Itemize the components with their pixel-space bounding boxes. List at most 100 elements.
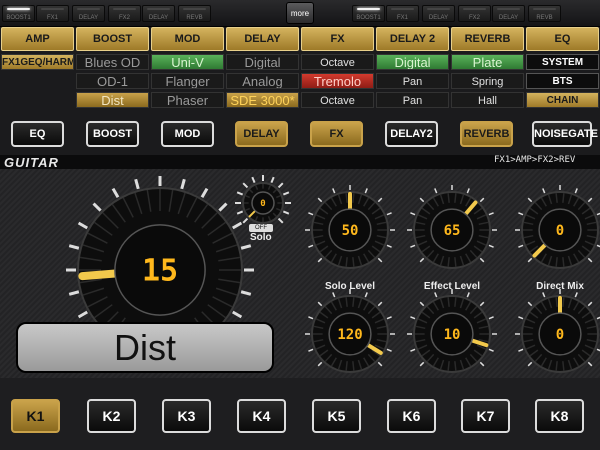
knob-tick bbox=[527, 301, 533, 307]
k-button-k1[interactable]: K1 bbox=[11, 399, 60, 433]
knob-tick bbox=[332, 188, 336, 194]
knob-value: 65 bbox=[444, 223, 461, 239]
knob-tick bbox=[410, 348, 416, 352]
knob-ridge bbox=[454, 361, 457, 371]
k-button-k7[interactable]: K7 bbox=[461, 399, 510, 433]
knob-ridge bbox=[555, 361, 558, 371]
knob-tick bbox=[251, 176, 256, 184]
knob-value: 15 bbox=[142, 254, 178, 289]
knob-tick bbox=[68, 290, 80, 296]
knob-value: 10 bbox=[444, 327, 461, 343]
solo-knob[interactable]: 0 bbox=[235, 175, 291, 224]
knob-tick bbox=[466, 292, 470, 298]
knob-ridge bbox=[447, 257, 450, 267]
knob-tick bbox=[317, 197, 323, 203]
knob-tone[interactable]: 0 bbox=[515, 289, 600, 373]
knob-ridge bbox=[345, 297, 348, 307]
knob-tick bbox=[377, 301, 383, 307]
solo-off-badge[interactable]: OFF bbox=[249, 224, 273, 232]
knob-tick bbox=[277, 217, 284, 224]
knob-tick bbox=[377, 257, 383, 263]
knob-tick bbox=[77, 221, 89, 230]
knob-tick bbox=[434, 188, 438, 194]
knob-tick bbox=[364, 292, 368, 298]
knob-tick bbox=[479, 361, 485, 367]
knob-label-effect-level: Effect Level bbox=[423, 281, 481, 292]
knob-value: 0 bbox=[556, 223, 564, 239]
knob-bottom[interactable]: 10 bbox=[407, 289, 497, 373]
knob-tick bbox=[434, 292, 438, 298]
knob-ridge bbox=[345, 361, 348, 371]
knob-tick bbox=[518, 212, 524, 216]
knob-tick bbox=[518, 348, 524, 352]
knob-tick bbox=[466, 188, 470, 194]
knob-tick bbox=[479, 301, 485, 307]
knob-tick bbox=[377, 197, 383, 203]
knob-ridge bbox=[562, 193, 565, 203]
knob-ridge bbox=[555, 297, 558, 307]
knob-tick bbox=[308, 244, 314, 248]
knob-tick bbox=[134, 178, 140, 190]
knob-tick bbox=[527, 257, 533, 263]
knob-ridge bbox=[555, 193, 558, 203]
knob-ridge bbox=[345, 193, 348, 203]
knob-tick bbox=[364, 188, 368, 194]
knob-label-direct-mix: Direct Mix bbox=[536, 281, 584, 292]
knob-tick bbox=[527, 197, 533, 203]
knob-tick bbox=[242, 217, 249, 224]
solo-label: Solo bbox=[250, 232, 272, 243]
knob-tick bbox=[587, 301, 593, 307]
knob-tick bbox=[282, 191, 290, 196]
knob-ridge bbox=[562, 297, 565, 307]
knob-tick bbox=[242, 182, 249, 189]
knob-solo-level[interactable]: 50 bbox=[305, 185, 395, 269]
knob-tick bbox=[236, 210, 244, 215]
k-button-k5[interactable]: K5 bbox=[312, 399, 361, 433]
knob-ridge bbox=[562, 361, 565, 371]
knob-effect-level[interactable]: 65 bbox=[407, 185, 497, 269]
knob-direct-mix[interactable]: 0 bbox=[515, 185, 600, 269]
knob-tick bbox=[488, 212, 494, 216]
k-button-k4[interactable]: K4 bbox=[237, 399, 286, 433]
k-button-k3[interactable]: K3 bbox=[162, 399, 211, 433]
knob-tick bbox=[68, 244, 80, 250]
knob-tick bbox=[332, 292, 336, 298]
knob-value: 0 bbox=[556, 327, 564, 343]
knob-tick bbox=[282, 210, 290, 215]
knob-tick bbox=[308, 212, 314, 216]
knob-tick bbox=[317, 301, 323, 307]
knob-tick bbox=[518, 316, 524, 320]
knob-ridge bbox=[447, 361, 450, 371]
knob-tick bbox=[77, 310, 89, 319]
knob-tick bbox=[479, 197, 485, 203]
knob-tick bbox=[317, 361, 323, 367]
knob-tick bbox=[542, 292, 546, 298]
knob-tick bbox=[410, 244, 416, 248]
knob-tick bbox=[386, 316, 392, 320]
knob-tick bbox=[574, 188, 578, 194]
knob-drive[interactable]: 120 bbox=[305, 289, 395, 373]
knob-tick bbox=[231, 221, 243, 230]
knob-ridge bbox=[352, 297, 355, 307]
knob-value: 120 bbox=[337, 327, 362, 343]
knob-tick bbox=[587, 257, 593, 263]
knob-tick bbox=[488, 244, 494, 248]
knob-tick bbox=[488, 316, 494, 320]
k-button-k8[interactable]: K8 bbox=[535, 399, 584, 433]
knob-tick bbox=[240, 244, 252, 250]
knob-ridge bbox=[454, 297, 457, 307]
knob-tick bbox=[419, 301, 425, 307]
knob-tick bbox=[587, 197, 593, 203]
knob-ridge bbox=[454, 193, 457, 203]
knob-tick bbox=[419, 257, 425, 263]
k-button-k6[interactable]: K6 bbox=[387, 399, 436, 433]
knob-value: 50 bbox=[342, 223, 359, 239]
knob-tick bbox=[180, 178, 186, 190]
knob-ridge bbox=[352, 193, 355, 203]
k-button-k2[interactable]: K2 bbox=[87, 399, 136, 433]
knob-ridge bbox=[352, 361, 355, 371]
knob-value: 0 bbox=[260, 199, 265, 209]
knob-tick bbox=[218, 202, 228, 212]
knob-ridge bbox=[454, 257, 457, 267]
knob-tick bbox=[527, 361, 533, 367]
